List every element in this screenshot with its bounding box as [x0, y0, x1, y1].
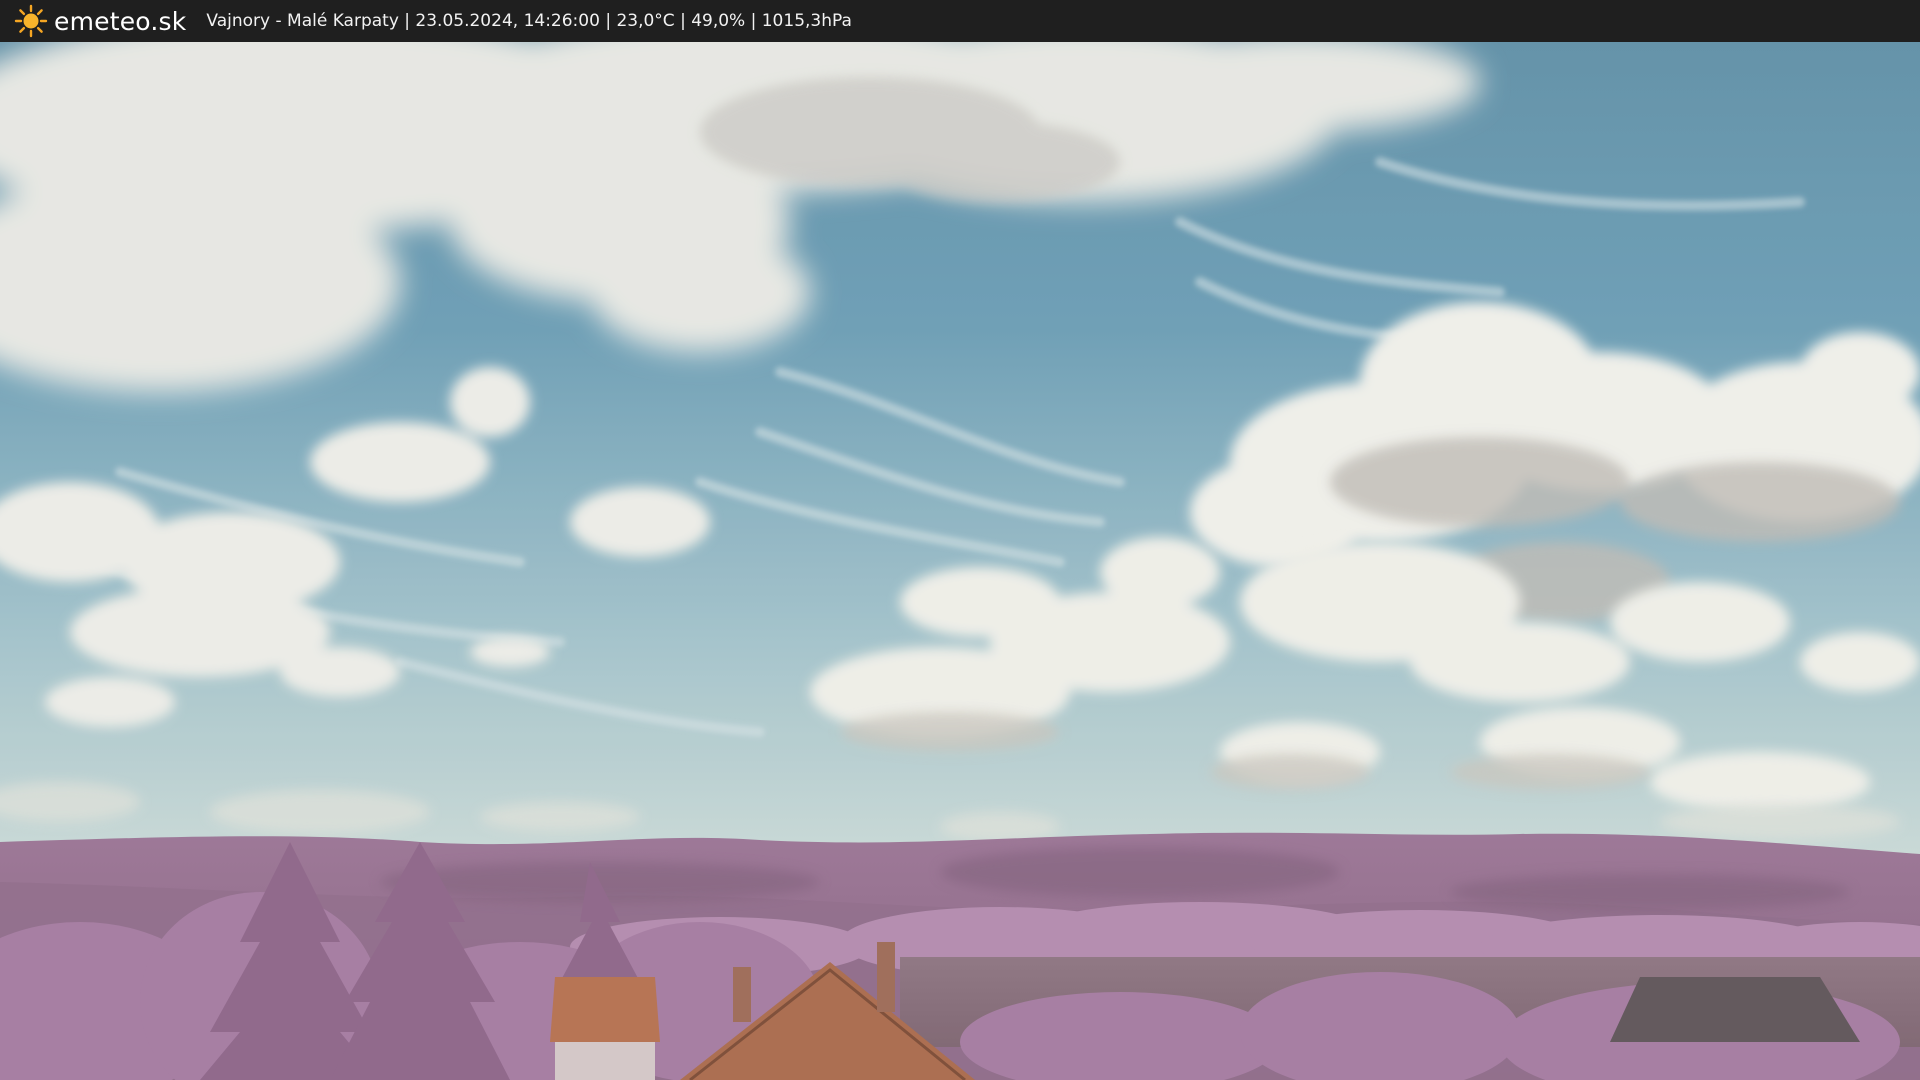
landscape-photo: [0, 42, 1920, 1080]
top-bar: emeteo.sk Vajnory - Malé Karpaty | 23.05…: [0, 0, 1920, 42]
brand-name: emeteo.sk: [54, 6, 187, 36]
webcam-caption: Vajnory - Malé Karpaty | 23.05.2024, 14:…: [206, 11, 852, 31]
webcam-image: [0, 42, 1920, 1080]
logo[interactable]: emeteo.sk: [14, 4, 186, 38]
sun-icon: [14, 4, 48, 38]
